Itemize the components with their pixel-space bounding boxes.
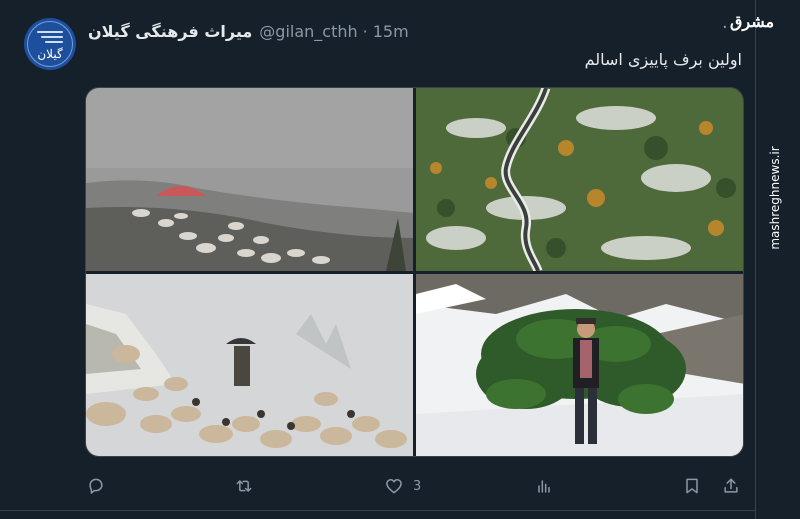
foggy-hillside-sheep-photo[interactable] bbox=[86, 88, 413, 271]
tweet-text: اولین برف پاییزی اسالم bbox=[584, 50, 742, 69]
avatar[interactable]: گیلان bbox=[24, 18, 76, 70]
media-grid[interactable] bbox=[85, 87, 744, 457]
user-handle[interactable]: @gilan_cthh bbox=[259, 22, 357, 41]
bookmark-icon bbox=[686, 478, 698, 494]
snowy-sheep-flock-photo[interactable] bbox=[86, 274, 413, 456]
avatar-logo-text: گیلان bbox=[37, 47, 63, 61]
reply-button[interactable] bbox=[86, 468, 106, 504]
timestamp[interactable]: 15m bbox=[373, 22, 409, 41]
share-icon bbox=[724, 478, 738, 493]
analytics-icon bbox=[538, 480, 550, 493]
like-count: 3 bbox=[413, 478, 422, 494]
like-button[interactable]: 3 bbox=[384, 468, 421, 504]
retweet-icon bbox=[236, 480, 252, 492]
watermark-logo: مشرق bbox=[730, 12, 775, 31]
display-name[interactable]: میراث فرهنگی گیلان bbox=[88, 22, 252, 41]
share-button[interactable] bbox=[721, 468, 741, 504]
tweet-header: میراث فرهنگی گیلان @gilan_cthh · 15m bbox=[88, 19, 409, 43]
heart-icon bbox=[386, 479, 402, 494]
reply-icon bbox=[89, 478, 103, 494]
views-button[interactable] bbox=[534, 468, 554, 504]
tweet-actions-bar: 3 bbox=[0, 468, 755, 504]
watermark-url: mashreghnews.ir bbox=[768, 146, 782, 250]
avatar-text-lines bbox=[37, 31, 63, 46]
retweet-button[interactable] bbox=[234, 468, 254, 504]
man-carrying-branches-snow-photo[interactable] bbox=[416, 274, 743, 456]
bottom-divider bbox=[0, 510, 755, 511]
column-divider bbox=[755, 0, 756, 519]
aerial-forest-road-snow-photo[interactable] bbox=[416, 88, 743, 271]
bookmark-button[interactable] bbox=[682, 468, 702, 504]
separator-dot: · bbox=[362, 21, 368, 41]
